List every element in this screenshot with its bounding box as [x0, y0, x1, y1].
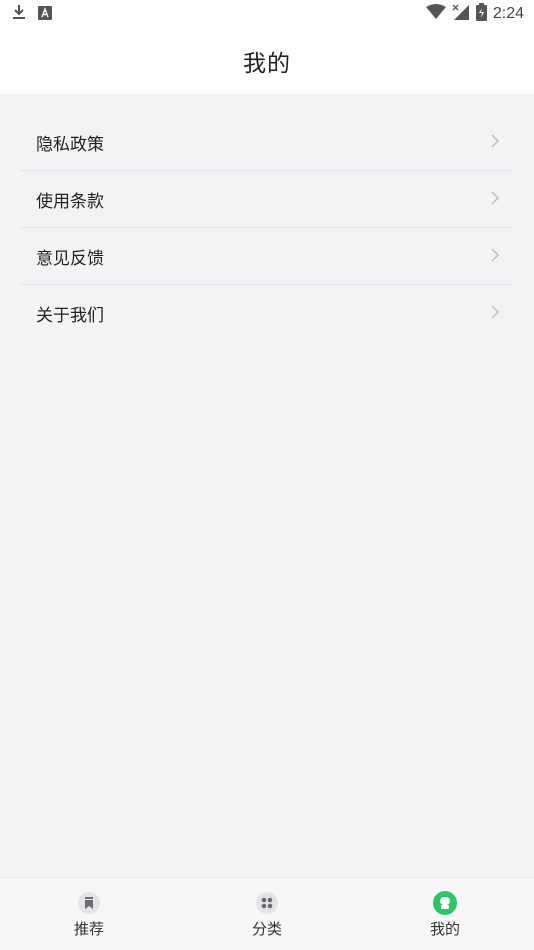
menu-item-about-us[interactable]: 关于我们 [20, 285, 514, 341]
status-time: 2:24 [492, 5, 524, 22]
chevron-right-icon [491, 134, 499, 148]
text-notification-icon [38, 5, 52, 24]
menu-item-label: 关于我们 [36, 306, 104, 326]
bottom-tab-bar: 推荐 分类 我的 [0, 877, 534, 950]
chevron-right-icon [491, 248, 499, 262]
tab-recommend[interactable]: 推荐 [0, 878, 178, 950]
status-bar: 2:24 [0, 0, 534, 28]
menu-item-feedback[interactable]: 意见反馈 [20, 228, 514, 285]
download-icon [12, 4, 26, 24]
menu-list: 隐私政策 使用条款 意见反馈 关于我们 [20, 114, 514, 341]
menu-item-privacy-policy[interactable]: 隐私政策 [20, 114, 514, 171]
profile-icon [433, 891, 457, 915]
bookmark-icon [78, 892, 100, 914]
screen: 2:24 我的 隐私政策 使用条款 意见反馈 关于我们 推荐 分类 我的 [0, 0, 534, 950]
chevron-right-icon [491, 191, 499, 205]
tab-label: 我的 [429, 920, 460, 938]
tab-mine[interactable]: 我的 [356, 878, 534, 950]
signal-icon [452, 3, 470, 25]
grid-icon [256, 892, 278, 914]
tab-category[interactable]: 分类 [178, 878, 356, 950]
menu-item-label: 使用条款 [36, 192, 104, 212]
status-right: 2:24 [425, 3, 524, 25]
page-header: 我的 [0, 28, 534, 94]
status-left [12, 4, 52, 24]
chevron-right-icon [491, 305, 499, 319]
menu-item-label: 意见反馈 [36, 249, 104, 269]
tab-label: 推荐 [73, 920, 104, 938]
wifi-icon [425, 4, 446, 24]
menu-item-label: 隐私政策 [36, 135, 104, 155]
tab-label: 分类 [251, 920, 282, 938]
battery-icon [475, 3, 487, 25]
page-title: 我的 [243, 51, 291, 77]
menu-item-terms-of-use[interactable]: 使用条款 [20, 171, 514, 228]
